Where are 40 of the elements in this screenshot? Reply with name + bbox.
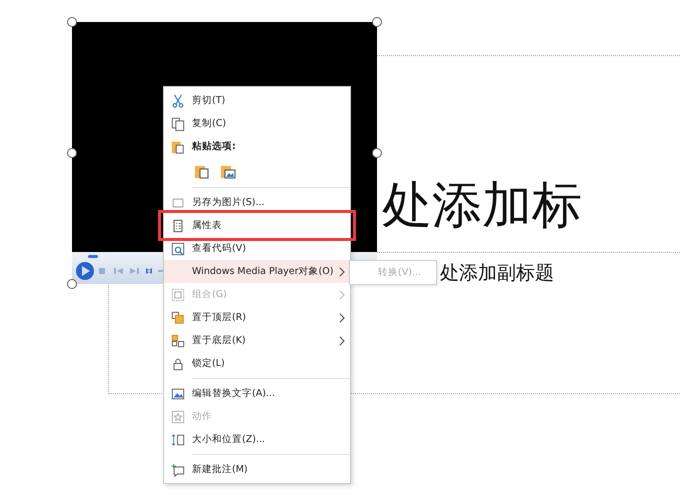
menu-item[interactable]: 属性表 — [162, 214, 352, 237]
menu-item[interactable]: 大小和位置(Z)... — [164, 428, 350, 451]
menu-item[interactable]: 查看代码(V) — [164, 237, 350, 260]
resize-handle[interactable] — [67, 279, 77, 289]
menu-item[interactable]: 新建批注(M) — [164, 458, 350, 481]
lock-icon — [171, 356, 185, 370]
comment-icon — [171, 462, 185, 476]
code-view-icon — [171, 242, 185, 256]
menu-heading: 粘贴选项: — [164, 135, 350, 158]
chevron-right-icon — [338, 266, 346, 276]
paste-picture-icon[interactable] — [220, 163, 236, 179]
chevron-right-icon — [338, 312, 344, 322]
resize-handle[interactable] — [67, 17, 77, 27]
size-icon — [171, 432, 185, 446]
paste-icon[interactable] — [194, 163, 210, 179]
slide-subtitle: 处添加副标题 — [440, 261, 554, 286]
menu-item[interactable]: 置于顶层(R) — [164, 306, 350, 329]
menu-item[interactable]: 锁定(L) — [164, 352, 350, 375]
copy-icon — [171, 116, 185, 130]
group-icon — [171, 288, 185, 302]
menu-item[interactable]: 剪切(T) — [164, 89, 350, 112]
menu-item[interactable]: 编辑替换文字(A)... — [164, 382, 350, 405]
resize-handle[interactable] — [372, 17, 382, 27]
action-icon — [171, 410, 185, 424]
menu-item[interactable]: 另存为图片(S)... — [164, 191, 350, 214]
clipboard-icon — [171, 140, 185, 154]
menu-item[interactable]: Windows Media Player对象(O) — [164, 260, 350, 283]
chevron-right-icon — [338, 336, 344, 346]
property-sheet-icon — [171, 218, 185, 232]
alt-text-icon — [171, 386, 185, 400]
resize-handle[interactable] — [67, 148, 77, 158]
seek-bar[interactable] — [88, 255, 98, 258]
menu-item[interactable]: 复制(C) — [164, 112, 350, 135]
bring-front-icon — [171, 310, 185, 324]
resize-handle[interactable] — [372, 148, 382, 158]
send-back-icon — [171, 334, 185, 348]
chevron-right-icon — [338, 290, 344, 300]
scissors-icon — [171, 94, 185, 108]
slide-title: 处添加标 — [382, 175, 582, 236]
menu-item[interactable]: 置于底层(K) — [164, 329, 350, 352]
